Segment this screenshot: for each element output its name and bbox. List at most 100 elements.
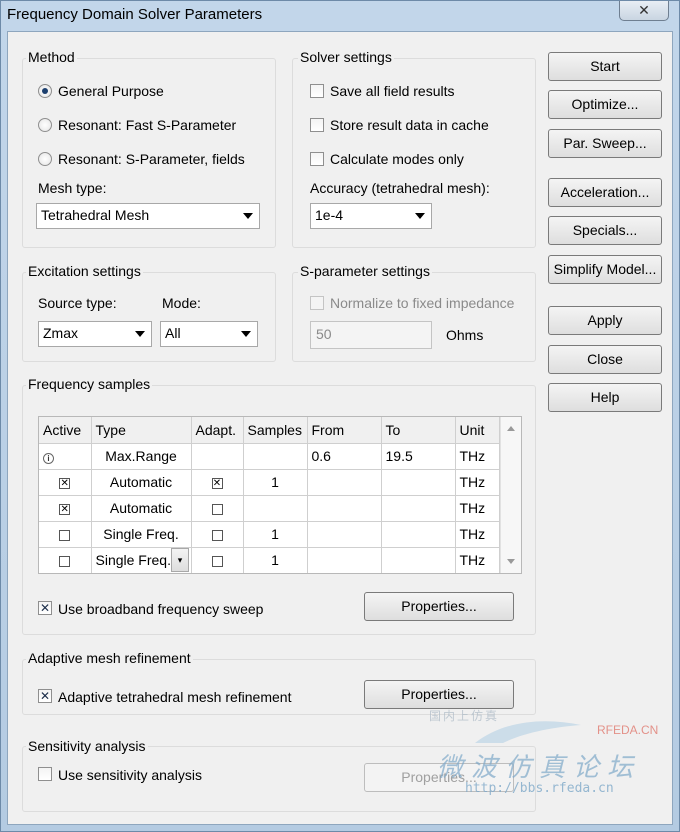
excitation-title: Excitation settings <box>26 263 143 279</box>
cell-type[interactable]: Automatic <box>91 495 192 522</box>
cell-samples[interactable] <box>243 443 308 470</box>
cell-type-dropdown[interactable]: ▾ <box>171 548 189 572</box>
table-header-row: Active Type Adapt. Samples From To Unit <box>39 417 500 444</box>
table-row[interactable]: Single Freq. 1 THz <box>39 547 500 573</box>
calc-modes-label[interactable]: Calculate modes only <box>330 151 464 167</box>
table-row[interactable]: Single Freq. 1 THz <box>39 521 500 548</box>
store-cache-label[interactable]: Store result data in cache <box>330 117 489 133</box>
cell-unit[interactable]: THz <box>455 443 500 470</box>
cell-samples[interactable]: 1 <box>243 547 308 573</box>
radio-resonant-fast-label[interactable]: Resonant: Fast S-Parameter <box>58 117 236 133</box>
cell-to[interactable] <box>381 521 456 548</box>
col-from[interactable]: From <box>307 417 382 444</box>
cell-from[interactable] <box>307 495 382 522</box>
adaptive-mesh-checkbox[interactable]: ✕ <box>38 689 52 703</box>
adaptive-properties-button[interactable]: Properties... <box>364 680 514 709</box>
sensitivity-label[interactable]: Use sensitivity analysis <box>58 767 202 783</box>
cell-unit[interactable]: THz <box>455 521 500 548</box>
table-scrollbar[interactable] <box>500 417 521 573</box>
cell-from[interactable] <box>307 547 382 573</box>
chevron-down-icon <box>135 331 145 337</box>
accuracy-label: Accuracy (tetrahedral mesh): <box>310 180 490 196</box>
row-adapt-checkbox[interactable] <box>211 503 223 515</box>
row-adapt-checkbox[interactable]: ✕ <box>211 477 223 489</box>
broadband-sweep-label[interactable]: Use broadband frequency sweep <box>58 601 263 617</box>
close-button[interactable]: Close <box>548 345 662 374</box>
sensitivity-properties-button[interactable]: Properties... <box>364 763 514 792</box>
normalize-impedance-label[interactable]: Normalize to fixed impedance <box>330 295 514 311</box>
source-type-label: Source type: <box>38 295 117 311</box>
table-row[interactable]: i Max.Range 0.6 19.5 THz <box>39 443 500 470</box>
scroll-up-icon[interactable] <box>507 426 515 431</box>
sparam-title: S-parameter settings <box>298 263 432 279</box>
acceleration-button[interactable]: Acceleration... <box>548 178 662 207</box>
accuracy-dropdown[interactable]: 1e-4 <box>310 203 432 229</box>
help-button[interactable]: Help <box>548 383 662 412</box>
row-active-checkbox[interactable]: ✕ <box>59 477 71 489</box>
save-all-fields-checkbox[interactable] <box>310 84 324 98</box>
cell-to[interactable]: 19.5 <box>381 443 456 470</box>
col-adapt[interactable]: Adapt. <box>191 417 244 444</box>
cell-samples[interactable]: 1 <box>243 521 308 548</box>
radio-resonant-fields-label[interactable]: Resonant: S-Parameter, fields <box>58 151 245 167</box>
cell-adapt[interactable] <box>191 443 244 470</box>
specials-button[interactable]: Specials... <box>548 216 662 245</box>
broadband-properties-button[interactable]: Properties... <box>364 592 514 621</box>
row-active-checkbox[interactable] <box>59 555 71 567</box>
cell-type[interactable]: Single Freq. <box>91 521 192 548</box>
col-active[interactable]: Active <box>39 417 92 444</box>
normalize-impedance-checkbox[interactable] <box>310 296 324 310</box>
store-cache-checkbox[interactable] <box>310 118 324 132</box>
accuracy-value: 1e-4 <box>315 207 344 223</box>
cell-type[interactable]: Automatic <box>91 469 192 496</box>
cell-from[interactable] <box>307 521 382 548</box>
optimize-button[interactable]: Optimize... <box>548 90 662 119</box>
cell-to[interactable] <box>381 547 456 573</box>
cell-from[interactable]: 0.6 <box>307 443 382 470</box>
apply-button[interactable]: Apply <box>548 306 662 335</box>
window-close-button[interactable]: ✕ <box>619 1 669 21</box>
radio-resonant-fast[interactable] <box>38 118 52 132</box>
cell-from[interactable] <box>307 469 382 496</box>
mesh-type-dropdown[interactable]: Tetrahedral Mesh <box>36 203 260 229</box>
col-type[interactable]: Type <box>91 417 192 444</box>
cell-type[interactable]: Max.Range <box>91 443 192 470</box>
cell-unit[interactable]: THz <box>455 469 500 496</box>
ohms-label: Ohms <box>446 327 484 343</box>
table-row[interactable]: ✕ Automatic THz <box>39 495 500 522</box>
simplify-model-button[interactable]: Simplify Model... <box>548 255 662 284</box>
title-bar[interactable]: Frequency Domain Solver Parameters ✕ <box>1 1 679 31</box>
col-unit[interactable]: Unit <box>455 417 500 444</box>
mesh-type-label: Mesh type: <box>38 180 107 196</box>
table-row[interactable]: ✕ Automatic ✕ 1 THz <box>39 469 500 496</box>
cell-samples[interactable]: 1 <box>243 469 308 496</box>
source-type-dropdown[interactable]: Zmax <box>38 321 152 347</box>
calc-modes-checkbox[interactable] <box>310 152 324 166</box>
start-button[interactable]: Start <box>548 52 662 81</box>
adaptive-mesh-label[interactable]: Adaptive tetrahedral mesh refinement <box>58 689 291 705</box>
cell-to[interactable] <box>381 495 456 522</box>
cell-samples[interactable] <box>243 495 308 522</box>
impedance-input[interactable]: 50 <box>310 321 432 349</box>
radio-resonant-fields[interactable] <box>38 152 52 166</box>
sensitivity-checkbox[interactable] <box>38 767 52 781</box>
col-to[interactable]: To <box>381 417 456 444</box>
chevron-down-icon <box>243 213 253 219</box>
frequency-samples-title: Frequency samples <box>26 376 153 392</box>
scroll-down-icon[interactable] <box>507 559 515 564</box>
row-active-checkbox[interactable]: ✕ <box>59 503 71 515</box>
row-adapt-checkbox[interactable] <box>211 529 223 541</box>
radio-general-purpose-label[interactable]: General Purpose <box>58 83 164 99</box>
broadband-sweep-checkbox[interactable]: ✕ <box>38 601 52 615</box>
row-active-checkbox[interactable] <box>59 529 71 541</box>
excitation-group <box>22 272 276 362</box>
cell-unit[interactable]: THz <box>455 547 500 573</box>
row-adapt-checkbox[interactable] <box>211 555 223 567</box>
col-samples[interactable]: Samples <box>243 417 308 444</box>
cell-to[interactable] <box>381 469 456 496</box>
par-sweep-button[interactable]: Par. Sweep... <box>548 129 662 158</box>
mode-dropdown[interactable]: All <box>160 321 258 347</box>
save-all-fields-label[interactable]: Save all field results <box>330 83 455 99</box>
cell-unit[interactable]: THz <box>455 495 500 522</box>
radio-general-purpose[interactable] <box>38 84 52 98</box>
